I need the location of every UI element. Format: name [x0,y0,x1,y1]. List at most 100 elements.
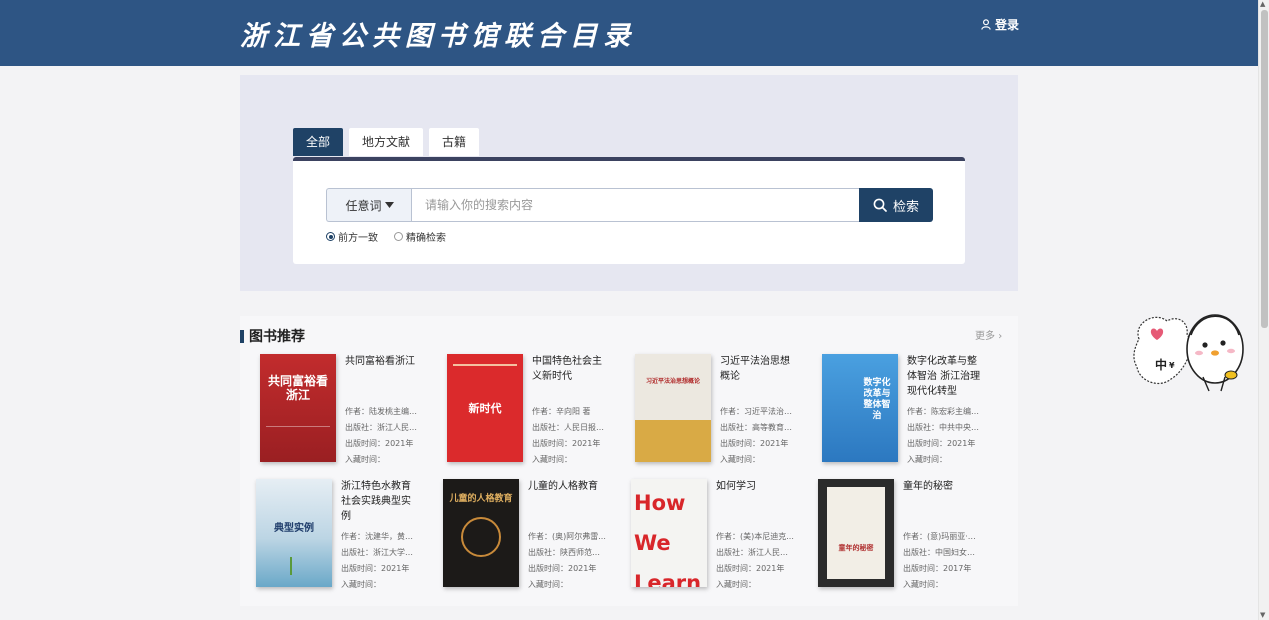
book-title[interactable]: 习近平法治思想概论 [720,354,798,384]
radio-checked-icon [326,232,335,241]
chevron-right-icon: › [998,331,1003,342]
search-panel: 全部 地方文献 古籍 任意词 检索 前方一致 精确检索 [240,75,1018,291]
cover-band [635,420,711,462]
recommend-heading-text: 图书推荐 [249,329,305,345]
book-card[interactable]: 新时代 中国特色社会主义新时代 作者：辛向阳 著 出版社：人民日报出... 出版… [432,354,612,472]
mascot-widget[interactable]: 中 ¥ [1133,305,1245,393]
book-author: 作者：(美)本尼迪克... [716,532,794,541]
book-card[interactable]: How We Learn 如何学习 作者：(美)本尼迪克... 出版社：浙江人民… [616,479,796,597]
more-link[interactable]: 更多 › [975,327,1002,342]
currency-label: ¥ [1169,361,1175,370]
book-publisher: 出版社：高等教育出... [720,423,798,432]
book-title[interactable]: 童年的秘密 [903,479,981,494]
radio-unchecked-icon [394,232,403,241]
book-card[interactable]: 儿童的人格教育 儿童的人格教育 作者：(奥)阿尔弗雷... 出版社：陕西师范大.… [428,479,608,597]
book-author: 作者：陈宏彩主编；... [907,407,985,416]
book-holding-date: 入藏时间： [345,455,385,464]
book-holding-date: 入藏时间： [907,455,947,464]
search-button[interactable]: 检索 [859,188,933,222]
book-author: 作者：习近平法治思... [720,407,798,416]
radio-prefix-match[interactable]: 前方一致 [326,229,378,244]
user-icon [981,19,991,30]
book-pub-date: 出版时间：2021年 [532,439,601,448]
search-card: 任意词 检索 前方一致 精确检索 [293,157,965,264]
cover-title: 数字化改革与整体智治 [863,378,891,421]
book-publisher: 出版社：中国妇女出... [903,548,981,557]
field-select-value: 任意词 [345,198,382,213]
book-title[interactable]: 浙江特色水教育社会实践典型实例 [341,479,419,524]
cover-rings [461,517,501,557]
search-input[interactable] [411,188,860,222]
book-publisher: 出版社：中共中央党... [907,423,985,432]
book-cover[interactable]: How We Learn [631,479,707,587]
field-select-dropdown[interactable]: 任意词 [326,188,412,222]
book-holding-date: 入藏时间： [716,580,756,589]
book-card[interactable]: 童年的秘密 童年的秘密 作者：(意)玛丽亚·蒙... 出版社：中国妇女出... … [803,479,983,597]
book-title[interactable]: 中国特色社会主义新时代 [532,354,610,384]
cover-title: 童年的秘密 [838,543,874,552]
search-button-label: 检索 [892,199,919,215]
book-pub-date: 出版时间：2021年 [341,564,410,573]
book-publisher: 出版社：陕西师范大... [528,548,606,557]
cover-inner [827,487,885,579]
search-icon [873,198,887,212]
login-button[interactable]: 登录 [981,16,1019,33]
book-holding-date: 入藏时间： [532,455,572,464]
site-title[interactable]: 浙江省公共图书馆联合目录 [240,14,636,53]
book-publisher: 出版社：人民日报出... [532,423,610,432]
book-title[interactable]: 儿童的人格教育 [528,479,606,494]
caret-down-icon [384,202,394,208]
tab-ancient-books[interactable]: 古籍 [429,128,480,156]
top-header: 浙江省公共图书馆联合目录 登录 [0,0,1258,66]
book-cover[interactable]: 儿童的人格教育 [443,479,519,587]
tab-local-documents[interactable]: 地方文献 [349,128,424,156]
book-author: 作者：(意)玛丽亚·蒙... [903,532,981,541]
book-publisher: 出版社：浙江人民出... [345,423,423,432]
book-pub-date: 出版时间：2021年 [720,439,789,448]
book-card[interactable]: 习近平法治思想概论 习近平法治思想概论 作者：习近平法治思... 出版社：高等教… [620,354,800,472]
cover-sprout [290,557,292,575]
radio-label: 精确检索 [406,233,446,244]
book-pub-date: 出版时间：2021年 [528,564,597,573]
book-cover[interactable]: 新时代 [447,354,523,462]
recommend-section: 图书推荐 更多 › 共同富裕看浙江 共同富裕看浙江 作者：陆发桃主编；... 出… [240,316,1018,606]
cover-title: 典型实例 [274,523,314,534]
mascot-icon [1133,314,1244,392]
book-card[interactable]: 典型实例 浙江特色水教育社会实践典型实例 作者：沈建华，黄正... 出版社：浙江… [241,479,421,597]
radio-exact-match[interactable]: 精确检索 [394,229,446,244]
book-title[interactable]: 数字化改革与整体智治 浙江治理现代化转型 [907,354,985,399]
book-cover[interactable]: 童年的秘密 [818,479,894,587]
cover-title: How We Learn [634,491,702,587]
match-options: 前方一致 精确检索 [326,229,446,244]
cover-title: 新时代 [468,402,502,415]
cover-rule [453,364,517,366]
book-holding-date: 入藏时间： [903,580,943,589]
book-card[interactable]: 数字化改革与整体智治 数字化改革与整体智治 浙江治理现代化转型 作者：陈宏彩主编… [807,354,987,472]
cover-title: 习近平法治思想概论 [645,378,700,385]
recommend-heading: 图书推荐 [240,326,305,346]
cover-cityscape [266,426,330,452]
book-cover[interactable]: 习近平法治思想概论 [635,354,711,462]
more-label: 更多 [975,331,995,342]
book-title[interactable]: 共同富裕看浙江 [345,354,423,369]
book-cover[interactable]: 数字化改革与整体智治 [822,354,898,462]
book-holding-date: 入藏时间： [341,580,381,589]
search-tabs: 全部 地方文献 古籍 [293,128,480,156]
book-title[interactable]: 如何学习 [716,479,794,494]
book-author: 作者：辛向阳 著 [532,407,591,416]
book-holding-date: 入藏时间： [528,580,568,589]
scroll-thumb[interactable] [1261,10,1268,328]
book-pub-date: 出版时间：2021年 [907,439,976,448]
cover-title: 儿童的人格教育 [449,494,513,504]
book-author: 作者：沈建华，黄正... [341,532,419,541]
book-author: 作者：陆发桃主编；... [345,407,423,416]
book-cover[interactable]: 共同富裕看浙江 [260,354,336,462]
page-scrollbar[interactable]: ▲ ▼ [1258,0,1269,620]
book-card[interactable]: 共同富裕看浙江 共同富裕看浙江 作者：陆发桃主编；... 出版社：浙江人民出..… [245,354,425,472]
book-publisher: 出版社：浙江人民出... [716,548,794,557]
scroll-up-arrow[interactable]: ▲ [1260,0,1265,8]
scroll-down-arrow[interactable]: ▼ [1260,611,1265,619]
tab-all[interactable]: 全部 [293,128,344,156]
book-cover[interactable]: 典型实例 [256,479,332,587]
book-publisher: 出版社：浙江大学出... [341,548,419,557]
